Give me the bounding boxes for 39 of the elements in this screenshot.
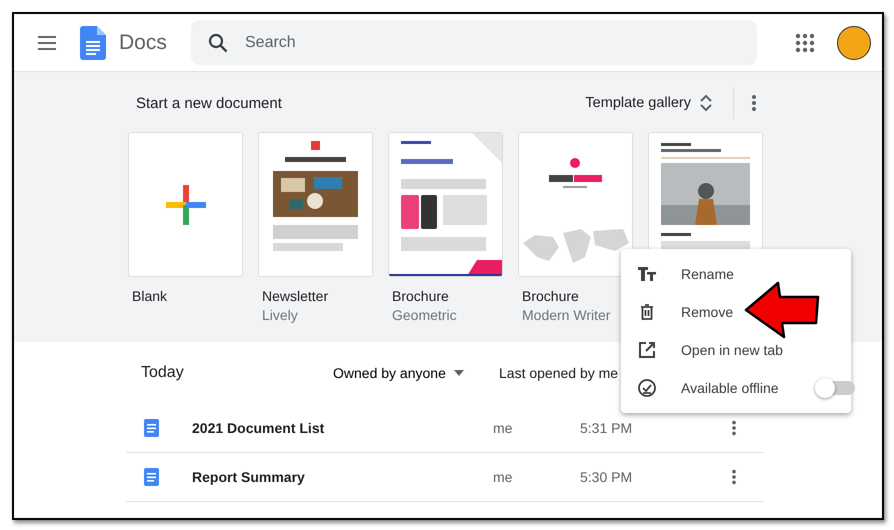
template-gallery-button[interactable]: Template gallery [579,90,719,116]
template-name: Newsletter [262,288,330,304]
app-name: Docs [119,30,168,54]
search-field[interactable]: Search [191,20,757,65]
template-name: Blank [132,288,168,304]
template-subtitle: Lively [262,307,299,323]
time-cell-text: 5:31 PM [580,420,634,436]
avatar[interactable] [837,26,871,60]
open-in-new-icon [637,340,657,360]
owner-cell-text: me [493,469,514,485]
template-subtitle: Modern Writer [522,307,612,323]
menu-item[interactable]: Available offline [621,369,867,407]
apps-grid-icon[interactable] [795,32,815,52]
section-heading: Start a new document [136,94,283,112]
toggle-switch[interactable] [815,378,855,398]
owner-filter-dropdown[interactable]: Owned by anyone [333,365,499,381]
document-title[interactable]: 2021 Document List [192,420,493,436]
owner-cell-text: me [493,420,514,436]
search-icon[interactable] [207,32,229,54]
template-name: Brochure [522,288,580,304]
document-title[interactable]: Report Summary [192,469,493,485]
sort-button[interactable]: Last opened by me [499,365,618,381]
expand-icon [699,94,713,112]
offline-check-icon [637,378,657,398]
section-heading: Today [141,364,185,382]
plus-icon [166,184,206,224]
arrow-icon [744,281,820,339]
document-icon [144,468,159,486]
docs-logo-icon[interactable] [80,26,106,60]
menu-item[interactable]: Remove [621,293,867,331]
rename-icon [637,264,657,284]
caret-icon [454,370,464,376]
template-thumbnail[interactable] [128,132,243,277]
template-subtitle: Geometric [392,307,458,323]
menu-item[interactable]: Open in new tab [621,331,867,369]
template-name: Brochure [392,288,450,304]
menu-item[interactable]: Rename [621,255,867,293]
document-icon [144,419,159,437]
time-cell-text: 5:30 PM [580,469,634,485]
